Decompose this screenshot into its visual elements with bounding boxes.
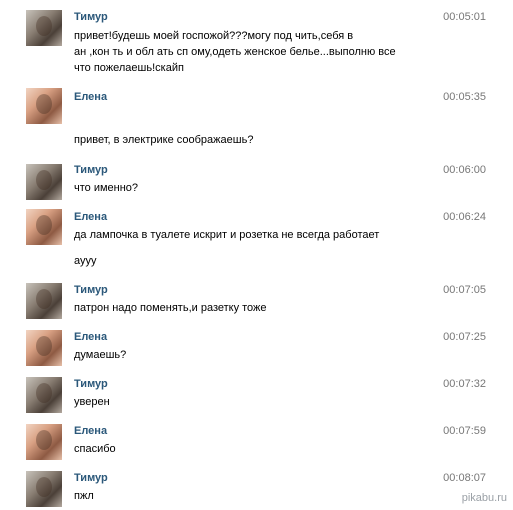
author-name[interactable]: Елена [74,211,107,223]
message-line: патрон надо поменять,и разетку тоже [74,302,267,314]
message-line: что именно? [74,182,139,194]
timestamp: 00:05:01 [443,11,486,23]
message-text: думаешь? [74,347,434,363]
timestamp: 00:08:07 [443,472,486,484]
message-text: уверен [74,394,434,410]
timestamp: 00:07:32 [443,378,486,390]
author-name[interactable]: Елена [74,425,107,437]
message-line: аууу [74,255,97,267]
avatar[interactable] [26,10,62,46]
message-text: патрон надо поменять,и разетку тоже [74,300,434,316]
avatar-face [36,383,52,403]
avatar-face [36,289,52,309]
avatar[interactable] [26,209,62,245]
author-name[interactable]: Елена [74,331,107,343]
author-name[interactable]: Тимур [74,284,108,296]
message-line: уверен [74,396,110,408]
avatar-face [36,336,52,356]
timestamp: 00:07:59 [443,425,486,437]
message-text: спасибо [74,441,434,457]
avatar[interactable] [26,471,62,507]
avatar-face [36,430,52,450]
avatar-face [36,94,52,114]
avatar[interactable] [26,377,62,413]
message-line: ан ,кон ть и обл ать сп ому,одеть женско… [74,46,396,58]
message-line: спасибо [74,443,116,455]
watermark: pikabu.ru [461,492,507,504]
message-text: что именно? [74,180,434,196]
message-line: что пожелаешь!скайп [74,62,184,74]
author-name[interactable]: Тимур [74,164,108,176]
avatar-face [36,16,52,36]
avatar[interactable] [26,424,62,460]
author-name[interactable]: Елена [74,91,107,103]
timestamp: 00:07:25 [443,331,486,343]
message-text: пжл [74,488,434,504]
timestamp: 00:06:00 [443,164,486,176]
message-line: привет!будешь моей госпожой???могу под ч… [74,30,354,42]
author-name[interactable]: Тимур [74,378,108,390]
message-text: привет!будешь моей госпожой???могу под ч… [74,28,434,76]
timestamp: 00:07:05 [443,284,486,296]
avatar[interactable] [26,330,62,366]
timestamp: 00:06:24 [443,211,486,223]
message-text: аууу [74,253,434,269]
avatar-face [36,477,52,497]
message-line: пжл [74,490,94,502]
avatar[interactable] [26,164,62,200]
message-line: да лампочка в туалете искрит и розетка н… [74,229,380,241]
message-line: думаешь? [74,349,127,361]
author-name[interactable]: Тимур [74,472,108,484]
message-text: привет, в электрике соображаешь? [74,132,434,148]
author-name[interactable]: Тимур [74,11,108,23]
avatar-face [36,170,52,190]
avatar[interactable] [26,283,62,319]
avatar-face [36,215,52,235]
message-line: привет, в электрике соображаешь? [74,134,254,146]
avatar[interactable] [26,88,62,124]
message-text: да лампочка в туалете искрит и розетка н… [74,227,434,243]
timestamp: 00:05:35 [443,91,486,103]
